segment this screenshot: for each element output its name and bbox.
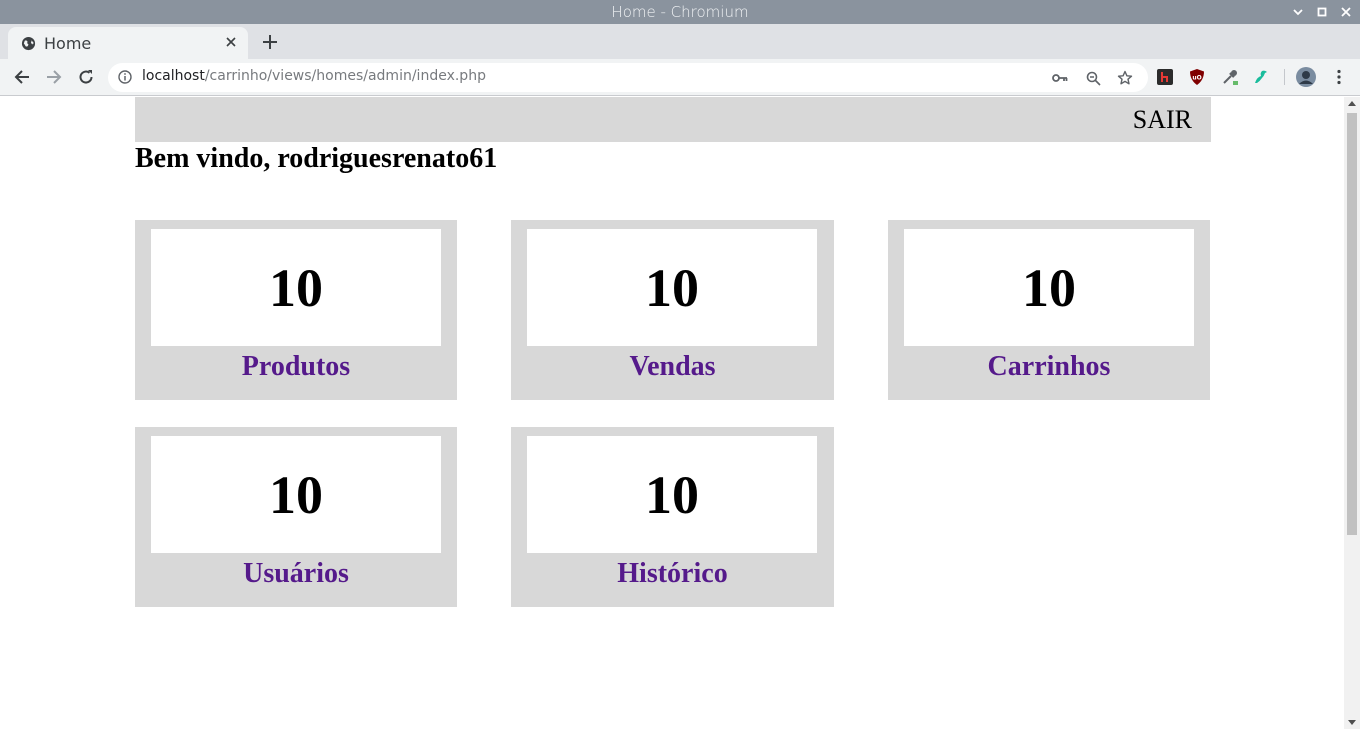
back-button[interactable] [11, 66, 33, 88]
count-box: 10 [151, 436, 441, 553]
new-tab-button[interactable] [259, 31, 281, 53]
reload-icon [79, 70, 93, 84]
window-title: Home - Chromium [611, 3, 749, 21]
bookmark-star-icon[interactable] [1116, 69, 1134, 87]
count-value: 10 [645, 257, 699, 318]
count-box: 10 [151, 229, 441, 346]
extension-h-icon[interactable] [1156, 68, 1174, 86]
logout-link[interactable]: SAIR [1133, 105, 1192, 135]
vertical-scrollbar[interactable] [1344, 97, 1360, 729]
card-link-usuarios[interactable]: Usuários [135, 558, 457, 590]
profile-avatar[interactable] [1296, 67, 1316, 87]
card-link-historico[interactable]: Histórico [511, 558, 834, 590]
info-icon[interactable] [118, 70, 132, 84]
close-window-icon[interactable] [1336, 2, 1356, 22]
count-value: 10 [269, 257, 323, 318]
forward-arrow-icon [47, 70, 62, 84]
card-historico: 10 Histórico [511, 427, 834, 607]
forward-button[interactable] [43, 66, 65, 88]
top-bar: SAIR [135, 97, 1211, 142]
card-link-vendas[interactable]: Vendas [511, 351, 834, 383]
globe-icon [21, 36, 36, 51]
card-produtos: 10 Produtos [135, 220, 457, 400]
key-icon[interactable] [1051, 69, 1069, 87]
page-viewport: SAIR Bem vindo, rodriguesrenato61 10 Pro… [0, 97, 1344, 729]
scroll-down-arrow-icon[interactable] [1348, 720, 1356, 725]
card-usuarios: 10 Usuários [135, 427, 457, 607]
url-path: /carrinho/views/homes/admin/index.php [204, 68, 486, 84]
count-box: 10 [527, 229, 817, 346]
back-arrow-icon [14, 70, 29, 84]
browser-toolbar: localhost/carrinho/views/homes/admin/ind… [0, 59, 1360, 96]
count-box: 10 [904, 229, 1194, 346]
window-titlebar: Home - Chromium [0, 0, 1360, 24]
url-text[interactable]: localhost/carrinho/views/homes/admin/ind… [142, 68, 486, 84]
tab-title: Home [44, 34, 92, 53]
count-value: 10 [269, 464, 323, 525]
tab-home[interactable]: Home [8, 27, 248, 59]
count-value: 10 [1022, 257, 1076, 318]
welcome-heading: Bem vindo, rodriguesrenato61 [135, 143, 498, 174]
close-tab-icon[interactable] [223, 34, 239, 50]
count-box: 10 [527, 436, 817, 553]
address-bar[interactable]: localhost/carrinho/views/homes/admin/ind… [108, 63, 1148, 92]
zoom-icon[interactable] [1084, 69, 1102, 87]
card-link-produtos[interactable]: Produtos [135, 351, 457, 383]
scrollbar-thumb[interactable] [1347, 113, 1357, 535]
tab-strip: Home [0, 24, 1360, 59]
count-value: 10 [645, 464, 699, 525]
bird-extension-icon[interactable] [1252, 68, 1270, 86]
card-vendas: 10 Vendas [511, 220, 834, 400]
eyedropper-icon[interactable] [1221, 68, 1239, 86]
reload-button[interactable] [75, 66, 97, 88]
minimize-icon[interactable] [1288, 2, 1308, 22]
card-link-carrinhos[interactable]: Carrinhos [888, 351, 1210, 383]
scroll-up-arrow-icon[interactable] [1348, 101, 1356, 106]
svg-text:uO: uO [1192, 75, 1201, 82]
maximize-icon[interactable] [1312, 2, 1332, 22]
menu-kebab-icon[interactable] [1330, 68, 1348, 86]
ublock-origin-icon[interactable]: uO [1188, 68, 1206, 86]
url-host: localhost [142, 68, 205, 84]
card-carrinhos: 10 Carrinhos [888, 220, 1210, 400]
toolbar-separator [1284, 69, 1285, 85]
